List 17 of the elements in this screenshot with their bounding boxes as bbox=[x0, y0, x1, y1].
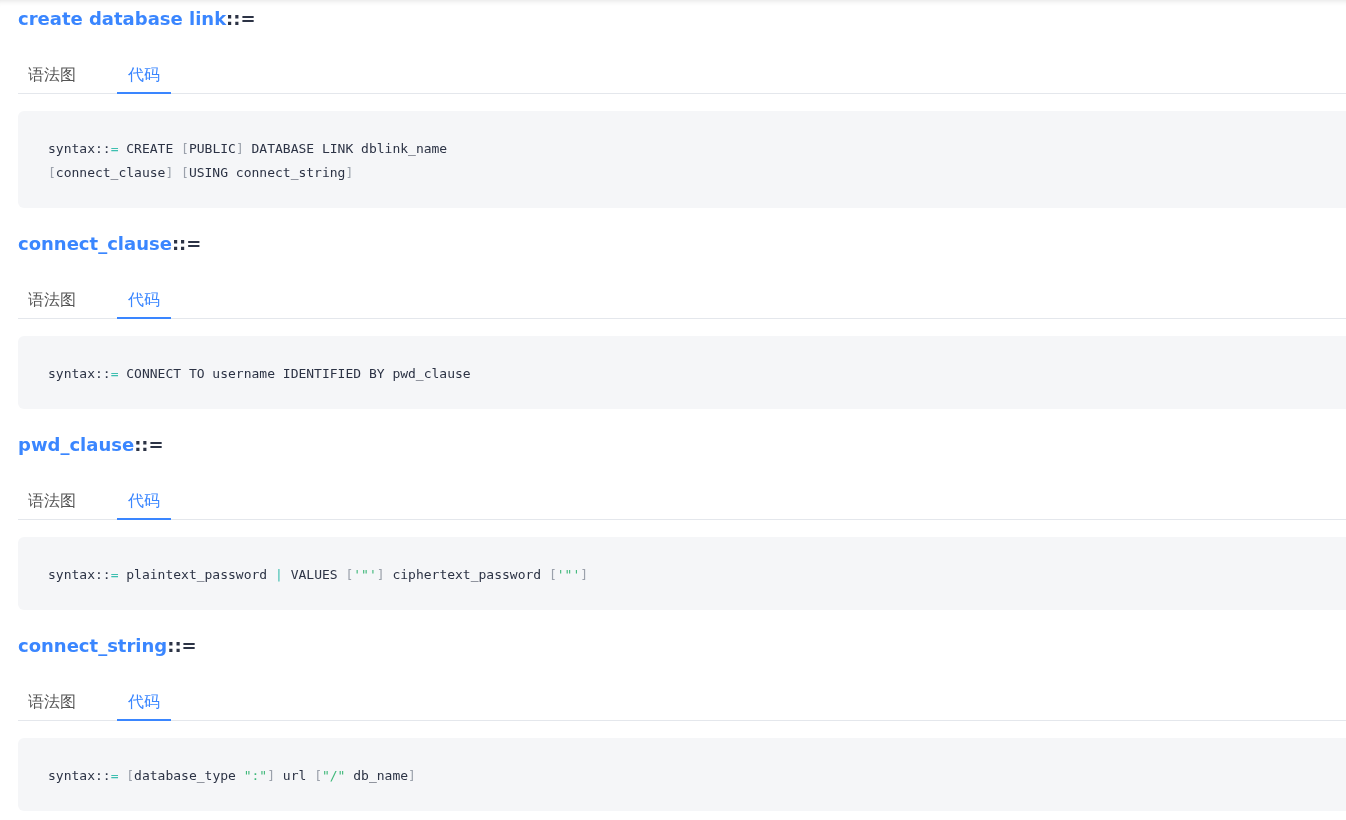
tab[interactable]: 代码 bbox=[117, 281, 171, 319]
tab[interactable]: 语法图 bbox=[18, 683, 87, 721]
tab[interactable]: 代码 bbox=[117, 683, 171, 721]
code-line: syntax::= CONNECT TO username IDENTIFIED BY pwd_clause bbox=[48, 365, 472, 383]
section-heading: create database link::= bbox=[18, 7, 256, 31]
code-line: syntax::= [database_type ":"] url ["/" db_name] bbox=[48, 767, 417, 785]
tab[interactable]: 语法图 bbox=[18, 281, 87, 319]
tab[interactable]: 代码 bbox=[117, 56, 171, 94]
section-heading: connect_string::= bbox=[18, 634, 197, 658]
tab[interactable]: 代码 bbox=[117, 482, 171, 520]
section-heading: connect_clause::= bbox=[18, 232, 202, 256]
section-heading: pwd_clause::= bbox=[18, 433, 164, 457]
code-line: [connect_clause] [USING connect_string] bbox=[48, 164, 355, 182]
code-line: syntax::= CREATE [PUBLIC] DATABASE LINK dblink_name bbox=[48, 140, 449, 158]
tab[interactable]: 语法图 bbox=[18, 56, 87, 94]
code-line: syntax::= plaintext_password | VALUES ['"'] ciphertext_password ['"'] bbox=[48, 566, 590, 584]
tab[interactable]: 语法图 bbox=[18, 482, 87, 520]
